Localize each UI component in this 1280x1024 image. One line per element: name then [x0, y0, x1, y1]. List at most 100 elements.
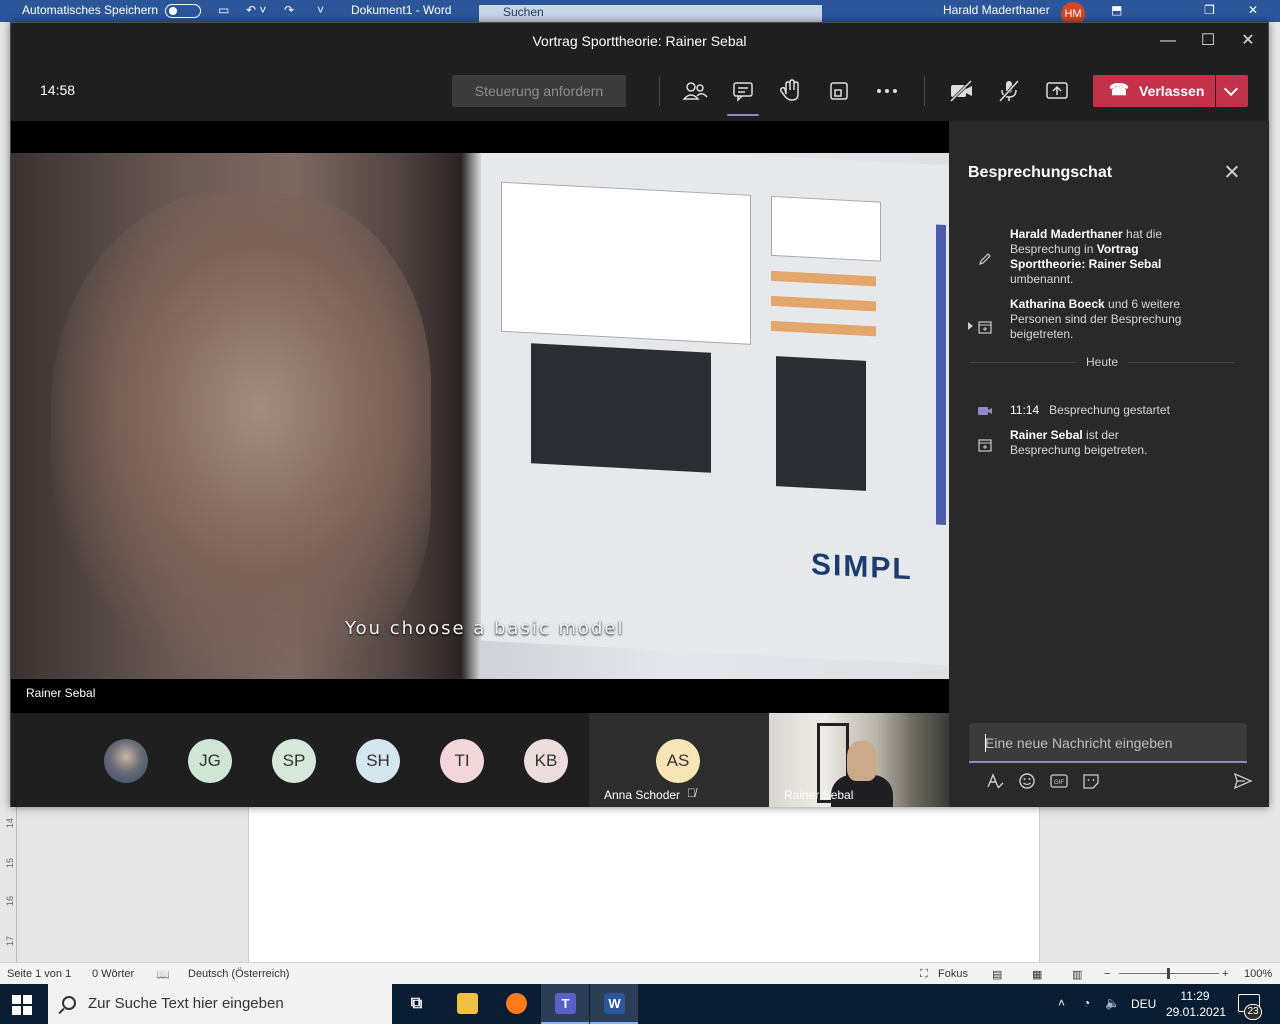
user-name: Harald Maderthaner	[943, 3, 1050, 17]
monitor-logo: SIMPL	[811, 547, 913, 587]
chat-event-rename: Harald Maderthaner hat die Besprechung i…	[1010, 227, 1163, 286]
calendar-join-icon	[978, 321, 992, 334]
zoom-in-icon[interactable]: +	[1222, 968, 1228, 980]
focus-label[interactable]: Fokus	[938, 968, 968, 980]
expand-caret-icon[interactable]	[968, 322, 973, 330]
maximize-icon[interactable]: ☐	[1188, 23, 1228, 59]
firefox-icon[interactable]	[492, 984, 540, 1024]
participant-tile-anna[interactable]: AS Anna Schoder 🎙̸	[589, 713, 769, 807]
search-icon	[62, 996, 76, 1010]
redo-icon[interactable]: ↷	[284, 3, 294, 17]
meeting-toolbar: 14:58 Steuerung anfordern ☎ Verlassen	[11, 59, 1268, 121]
word-count[interactable]: 0 Wörter	[92, 968, 134, 980]
emoji-icon[interactable]	[1017, 771, 1037, 791]
chat-title: Besprechungschat	[968, 164, 1113, 181]
focus-icon[interactable]: ⛶	[920, 968, 928, 981]
minimize-icon[interactable]: —	[1148, 23, 1188, 59]
zoom-out-icon[interactable]: −	[1104, 968, 1110, 980]
meeting-timer: 14:58	[40, 82, 76, 98]
print-layout-icon[interactable]: ▦	[1032, 968, 1042, 981]
sticker-icon[interactable]	[1081, 771, 1101, 791]
web-layout-icon[interactable]: ▥	[1072, 968, 1082, 981]
mic-muted-icon[interactable]	[992, 74, 1026, 108]
window-title: Vortrag Sporttheorie: Rainer Sebal	[11, 23, 1268, 59]
chat-icon[interactable]	[726, 74, 760, 116]
participant-avatar[interactable]: SP	[272, 739, 316, 783]
participant-strip: JG SP SH TI KB AS Anna Schoder 🎙̸ Rainer…	[11, 713, 949, 807]
meeting-started-icon	[978, 407, 992, 415]
participant-name: Rainer Sebal	[784, 788, 854, 802]
volume-icon[interactable]: 🔈	[1105, 996, 1120, 1010]
close-chat-icon[interactable]	[1221, 161, 1243, 183]
leave-label: Verlassen	[1139, 83, 1205, 99]
mic-muted-icon: 🎙̸	[687, 786, 696, 800]
zoom-level[interactable]: 100%	[1244, 968, 1272, 980]
autosave-toggle[interactable]	[165, 4, 201, 18]
input-language[interactable]: DEU	[1131, 997, 1156, 1011]
teams-meeting-window: Vortrag Sporttheorie: Rainer Sebal — ☐ ✕…	[10, 22, 1269, 807]
word-title-bar: Automatisches Speichern ▭ ↶ ˅ ↷ ˅ Dokume…	[0, 0, 1280, 26]
video-monitor-content: SIMPL	[481, 153, 949, 666]
more-actions-icon[interactable]	[870, 74, 904, 108]
task-view-icon[interactable]: ⧉	[392, 984, 440, 1024]
clock-date: 29.01.2021	[1166, 1005, 1227, 1019]
network-icon[interactable]: ◔	[1083, 996, 1090, 1010]
participant-avatar[interactable]: TI	[440, 739, 484, 783]
chat-event-joined: Katharina Boeck und 6 weitere Personen s…	[1010, 297, 1182, 341]
participants-icon[interactable]	[678, 74, 712, 108]
gif-icon[interactable]: GIF	[1049, 771, 1069, 791]
chat-message-input[interactable]: Eine neue Nachricht eingeben	[969, 723, 1247, 763]
raise-hand-icon[interactable]	[774, 74, 808, 108]
document-page[interactable]	[248, 806, 1040, 962]
document-title: Dokument1 - Word	[351, 3, 452, 17]
send-icon[interactable]	[1233, 771, 1253, 791]
taskbar-search-box[interactable]: Zur Suche Text hier eingeben	[48, 984, 392, 1024]
notification-count-badge: 23	[1244, 1004, 1262, 1020]
participant-avatar[interactable]: KB	[524, 739, 568, 783]
page-count[interactable]: Seite 1 von 1	[7, 968, 71, 980]
active-speaker-name: Rainer Sebal	[26, 686, 96, 700]
shared-video: SIMPL You choose a basic model	[11, 153, 949, 679]
word-close-icon[interactable]: ✕	[1248, 3, 1258, 17]
participant-avatar-photo[interactable]	[104, 739, 148, 783]
show-hidden-icons-chevron-icon[interactable]: ˄	[1058, 996, 1065, 1010]
proofing-icon[interactable]: 📖	[156, 968, 170, 981]
request-control-button[interactable]: Steuerung anfordern	[452, 75, 626, 107]
word-right-margin	[1040, 806, 1280, 962]
leave-button[interactable]: ☎ Verlassen	[1093, 75, 1215, 107]
ribbon-display-icon[interactable]: ⬒	[1111, 3, 1122, 17]
leave-options-chevron-icon[interactable]	[1216, 75, 1248, 107]
share-screen-icon[interactable]	[1040, 74, 1074, 108]
windows-taskbar: Zur Suche Text hier eingeben ⧉ T W ˄ ◔ 🔈…	[0, 984, 1280, 1024]
customize-quick-access-icon[interactable]: ˅	[317, 3, 324, 17]
restore-icon[interactable]: ❐	[1204, 3, 1215, 17]
windows-start-icon[interactable]	[12, 995, 32, 1015]
calendar-join-icon	[978, 439, 992, 452]
read-mode-icon[interactable]: ▤	[992, 968, 1002, 981]
hangup-icon: ☎	[1109, 82, 1129, 99]
taskbar-clock[interactable]: 11:29 29.01.2021	[1166, 988, 1227, 1020]
save-icon[interactable]: ▭	[218, 3, 229, 17]
pencil-icon	[979, 253, 991, 265]
undo-icon[interactable]: ↶ ˅	[246, 3, 266, 17]
clock-time: 11:29	[1180, 989, 1210, 1003]
meeting-chat-panel: Besprechungschat Harald Maderthaner hat …	[949, 121, 1269, 807]
camera-off-icon[interactable]	[944, 74, 978, 108]
zoom-slider-thumb[interactable]	[1167, 968, 1170, 979]
participant-video	[847, 741, 877, 781]
format-icon[interactable]	[985, 771, 1005, 791]
word-search-box[interactable]: Suchen	[479, 5, 822, 22]
participant-avatar[interactable]: SH	[356, 739, 400, 783]
language-indicator[interactable]: Deutsch (Österreich)	[188, 968, 289, 980]
word-taskbar-icon[interactable]: W	[590, 984, 638, 1024]
toolbar-separator	[924, 76, 925, 106]
taskbar-search-placeholder: Zur Suche Text hier eingeben	[88, 995, 284, 1012]
close-window-icon[interactable]: ✕	[1228, 23, 1268, 59]
participant-name: Anna Schoder	[604, 788, 681, 802]
file-explorer-icon[interactable]	[443, 984, 491, 1024]
participant-avatar[interactable]: JG	[188, 739, 232, 783]
focus-mode-icon[interactable]	[822, 74, 856, 108]
participant-tile-rainer[interactable]: Rainer Sebal	[769, 713, 949, 807]
video-caption: You choose a basic model	[345, 618, 625, 639]
teams-taskbar-icon[interactable]: T	[541, 984, 589, 1024]
